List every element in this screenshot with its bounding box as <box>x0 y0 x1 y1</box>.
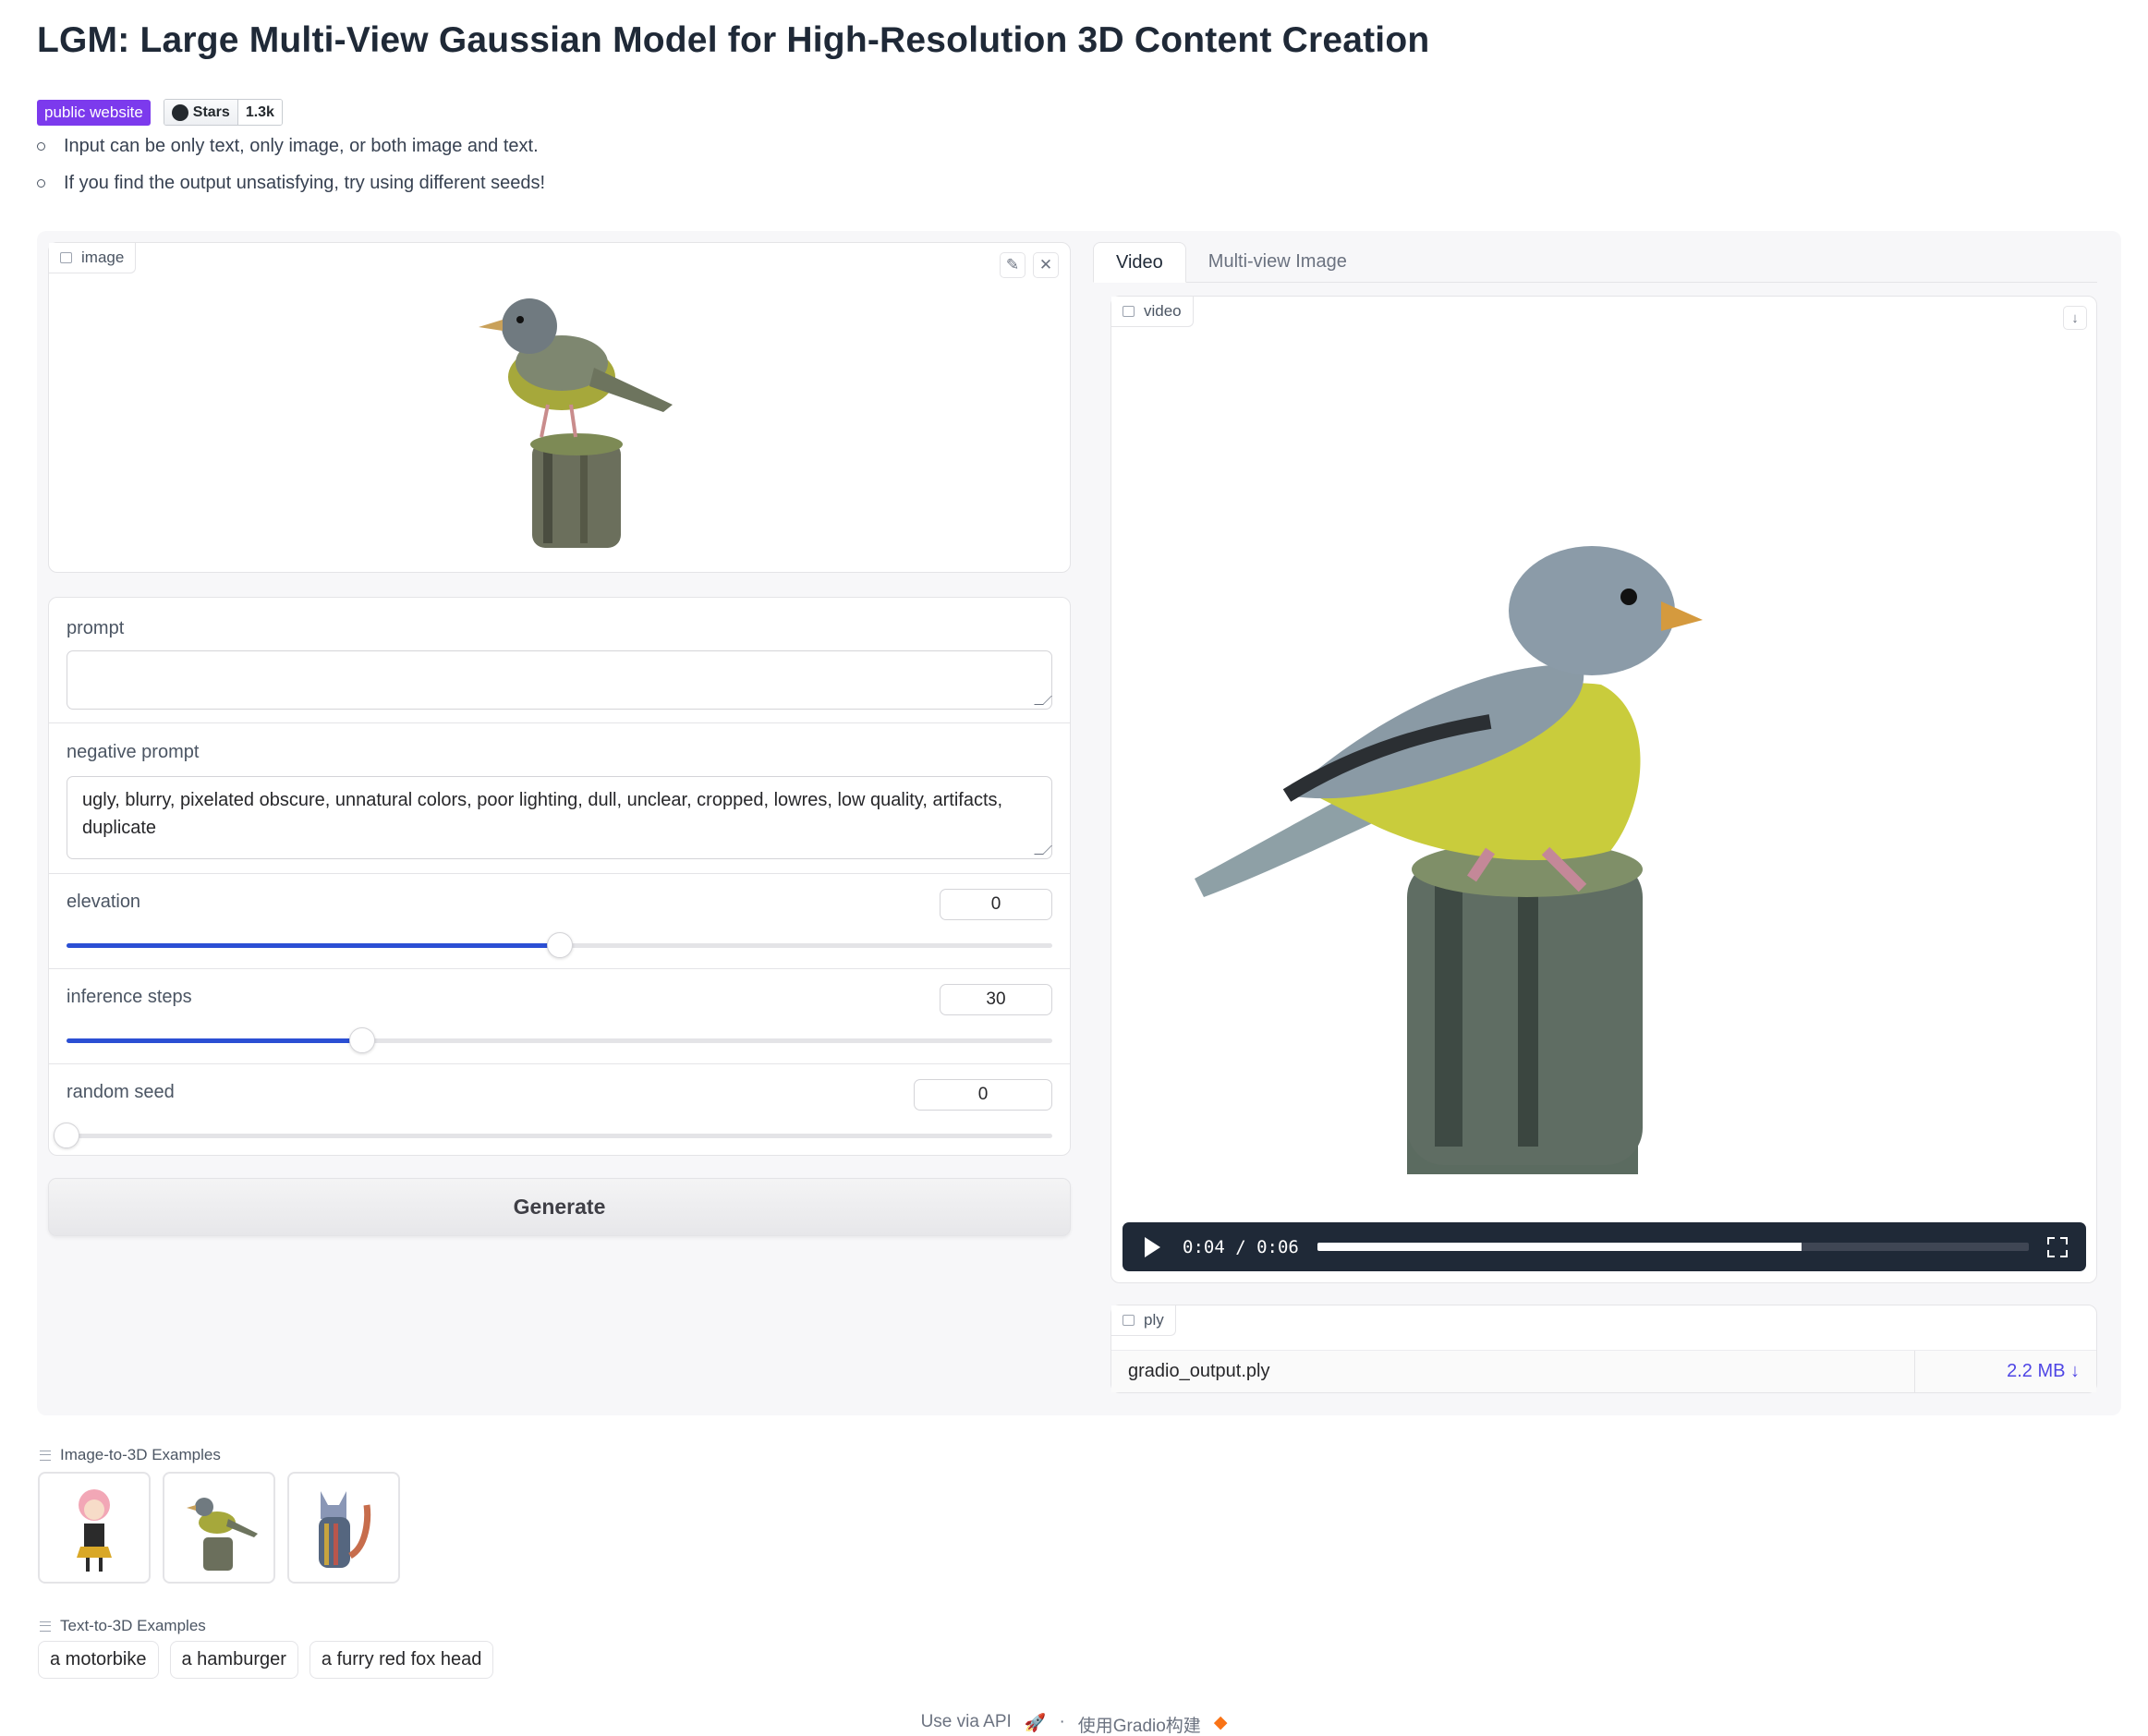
inference-steps-slider-fill <box>67 1038 363 1043</box>
random-seed-slider-thumb[interactable] <box>54 1123 79 1148</box>
image-icon <box>60 252 72 263</box>
close-icon: ✕ <box>1038 256 1053 273</box>
image-input[interactable]: image ✎ ✕ <box>48 242 1071 573</box>
prompt-field: prompt <box>49 598 1070 723</box>
list-item: If you find the output unsatisfying, try… <box>37 172 545 209</box>
pencil-icon: ✎ <box>1005 256 1020 273</box>
inference-steps-slider-thumb[interactable] <box>349 1027 376 1053</box>
output-tabs: Video Multi-view Image <box>1093 242 2097 283</box>
inference-steps-field: inference steps 30 <box>49 969 1070 1064</box>
example-chip[interactable]: a motorbike <box>38 1641 159 1679</box>
prompt-input[interactable] <box>67 650 1052 710</box>
badges: public website Stars 1.3k <box>37 99 283 126</box>
negative-prompt-text: ugly, blurry, pixelated obscure, unnatur… <box>82 790 1003 838</box>
text-examples-title: Text-to-3D Examples <box>60 1617 206 1634</box>
list-icon <box>40 1450 51 1461</box>
file-download-link[interactable]: 2.2 MB ↓ <box>1914 1351 2096 1392</box>
example-thumbnail-bird[interactable] <box>163 1472 275 1584</box>
page-title: LGM: Large Multi-View Gaussian Model for… <box>37 20 1430 60</box>
public-website-badge[interactable]: public website <box>37 99 151 126</box>
image-label: image <box>81 249 125 266</box>
fullscreen-icon[interactable] <box>2047 1236 2068 1257</box>
negative-prompt-field: negative prompt ugly, blurry, pixelated … <box>49 723 1070 874</box>
elevation-number-input[interactable]: 0 <box>940 889 1052 920</box>
built-with-gradio-link[interactable]: 使用Gradio构建 <box>1078 1712 1201 1736</box>
text-examples-label: Text-to-3D Examples <box>40 1617 206 1635</box>
file-name: gradio_output.ply <box>1128 1361 1270 1381</box>
video-player-controls: 0:04 / 0:06 <box>1123 1222 2086 1271</box>
image-examples <box>38 1472 400 1584</box>
github-icon <box>171 103 188 121</box>
elevation-field: elevation 0 <box>49 874 1070 969</box>
resize-handle-icon[interactable] <box>1034 696 1052 705</box>
example-chip[interactable]: a hamburger <box>169 1641 298 1679</box>
play-icon[interactable] <box>1145 1236 1160 1257</box>
ply-label: ply <box>1144 1311 1164 1329</box>
instructions-list: Input can be only text, only image, or b… <box>37 135 545 209</box>
ply-label-chip: ply <box>1111 1305 1176 1336</box>
example-chip[interactable]: a furry red fox head <box>309 1641 494 1679</box>
file-icon <box>1123 1315 1135 1326</box>
list-icon <box>40 1621 51 1632</box>
cat-figure-image <box>319 1490 371 1568</box>
example-thumbnail-anya[interactable] <box>38 1472 151 1584</box>
video-camera-icon <box>1123 306 1135 317</box>
gradio-logo-icon: ◆ <box>1213 1713 1228 1732</box>
random-seed-field: random seed 0 <box>49 1064 1070 1155</box>
image-examples-label: Image-to-3D Examples <box>40 1446 221 1464</box>
github-stars-badge[interactable]: Stars 1.3k <box>163 99 283 126</box>
download-icon: ↓ <box>2071 310 2079 326</box>
random-seed-label: random seed <box>67 1082 175 1102</box>
text-examples: a motorbike a hamburger a furry red fox … <box>38 1641 494 1679</box>
video-label-chip: video <box>1111 297 1194 327</box>
list-item: Input can be only text, only image, or b… <box>37 135 545 172</box>
resize-handle-icon[interactable] <box>1034 845 1052 855</box>
prompt-label: prompt <box>67 618 125 638</box>
video-label: video <box>1144 302 1182 320</box>
edit-button[interactable]: ✎ <box>1000 252 1025 278</box>
elevation-label: elevation <box>67 892 141 912</box>
rocket-icon: 🚀 <box>1024 1714 1047 1733</box>
negative-prompt-input[interactable]: ugly, blurry, pixelated obscure, unnatur… <box>67 776 1052 859</box>
image-label-chip: image <box>49 243 137 273</box>
tab-multi-view-image[interactable]: Multi-view Image <box>1186 242 1369 282</box>
inference-steps-slider[interactable] <box>67 1027 1052 1053</box>
stars-count: 1.3k <box>237 100 282 125</box>
video-progress-fill <box>1317 1243 1802 1251</box>
negative-prompt-label: negative prompt <box>67 742 200 762</box>
random-seed-slider[interactable] <box>54 1123 1052 1148</box>
inference-steps-label: inference steps <box>67 987 192 1007</box>
elevation-slider-thumb[interactable] <box>546 932 573 958</box>
stars-label: Stars <box>192 103 230 120</box>
ply-file-output: ply gradio_output.ply 2.2 MB ↓ <box>1110 1305 2097 1393</box>
example-thumbnail-cat[interactable] <box>287 1472 400 1584</box>
anime-figure-image <box>77 1488 112 1572</box>
elevation-slider-fill <box>67 943 560 948</box>
image-examples-title: Image-to-3D Examples <box>60 1446 221 1463</box>
use-via-api-link[interactable]: Use via API <box>921 1712 1012 1736</box>
footer: Use via API 🚀 · 使用Gradio构建 ◆ <box>0 1712 2148 1736</box>
video-progress-bar[interactable] <box>1317 1243 2029 1251</box>
video-output: video ↓ 0:04 / 0:06 <box>1110 296 2097 1283</box>
tab-video[interactable]: Video <box>1093 242 1186 283</box>
video-time: 0:04 / 0:06 <box>1183 1236 1299 1257</box>
inference-steps-number-input[interactable]: 30 <box>940 984 1052 1015</box>
footer-separator: · <box>1059 1712 1065 1731</box>
download-button[interactable]: ↓ <box>2063 306 2087 330</box>
random-seed-number-input[interactable]: 0 <box>914 1079 1052 1111</box>
clear-button[interactable]: ✕ <box>1033 252 1059 278</box>
settings-form: prompt negative prompt ugly, blurry, pix… <box>48 597 1071 1156</box>
generate-button[interactable]: Generate <box>48 1178 1071 1236</box>
bird-image <box>479 298 673 548</box>
file-row: gradio_output.ply 2.2 MB ↓ <box>1111 1350 2096 1392</box>
bird-3d-render <box>1195 546 1703 1174</box>
elevation-slider[interactable] <box>67 932 1052 958</box>
bird-thumbnail-image <box>187 1497 258 1571</box>
